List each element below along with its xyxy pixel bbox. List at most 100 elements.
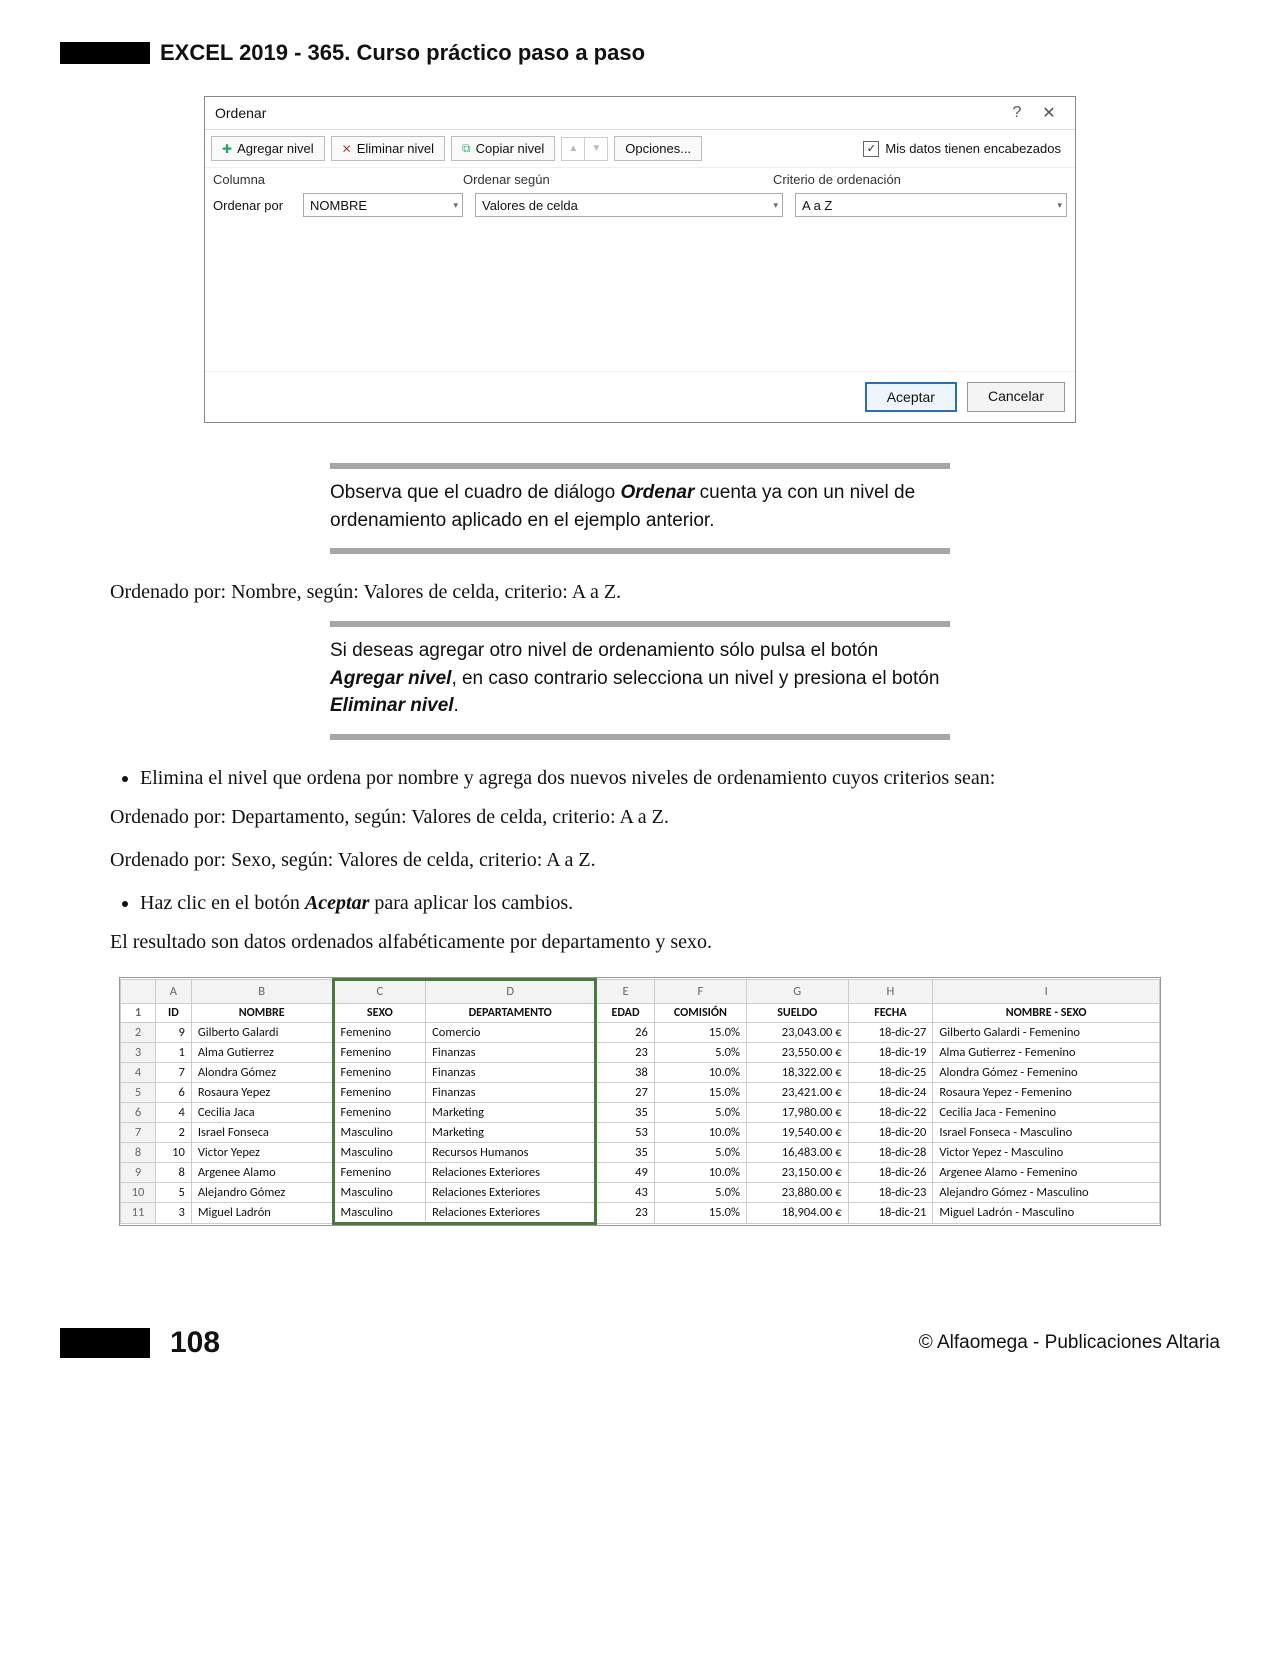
dialog-toolbar: ✚ Agregar nivel ✕ Eliminar nivel ⧉ Copia… xyxy=(205,130,1075,168)
cell-edad: 23 xyxy=(596,1042,655,1062)
row-number: 6 xyxy=(121,1102,156,1122)
dialog-empty-space xyxy=(205,221,1075,372)
cell-sueldo: 23,880.00 € xyxy=(746,1182,848,1202)
cell-id: 9 xyxy=(156,1022,192,1042)
move-level-arrows: ▲ ▼ xyxy=(561,137,608,161)
close-icon[interactable]: ✕ xyxy=(1033,103,1065,123)
chevron-down-icon: ▾ xyxy=(453,200,458,211)
cell-edad: 27 xyxy=(596,1082,655,1102)
cell-nombre-sexo: Alondra Gómez - Femenino xyxy=(933,1062,1160,1082)
cell-departamento: Finanzas xyxy=(426,1082,596,1102)
sort-dialog: Ordenar ? ✕ ✚ Agregar nivel ✕ Eliminar n… xyxy=(204,96,1076,423)
copy-level-button[interactable]: ⧉ Copiar nivel xyxy=(451,136,555,161)
add-level-label: Agregar nivel xyxy=(237,141,314,156)
cell-departamento: Marketing xyxy=(426,1122,596,1142)
cell-comision: 5.0% xyxy=(654,1182,746,1202)
table-row: 56Rosaura YepezFemeninoFinanzas2715.0%23… xyxy=(121,1082,1160,1102)
cell-comision: 10.0% xyxy=(654,1162,746,1182)
row-number: 5 xyxy=(121,1082,156,1102)
cell-edad: 23 xyxy=(596,1202,655,1223)
table-row: 72Israel FonsecaMasculinoMarketing5310.0… xyxy=(121,1122,1160,1142)
col-header: SEXO xyxy=(333,1003,426,1022)
cell-sueldo: 18,322.00 € xyxy=(746,1062,848,1082)
cell-comision: 15.0% xyxy=(654,1082,746,1102)
dialog-titlebar: Ordenar ? ✕ xyxy=(205,97,1075,130)
cell-fecha: 18-dic-26 xyxy=(848,1162,933,1182)
accept-button[interactable]: Aceptar xyxy=(865,382,957,412)
cell-nombre: Rosaura Yepez xyxy=(191,1082,333,1102)
callout-text: . xyxy=(454,695,459,716)
cell-departamento: Comercio xyxy=(426,1022,596,1042)
checkbox-icon: ✓ xyxy=(863,141,879,157)
add-level-button[interactable]: ✚ Agregar nivel xyxy=(211,136,325,161)
table-row: 47Alondra GómezFemeninoFinanzas3810.0%18… xyxy=(121,1062,1160,1082)
cell-id: 10 xyxy=(156,1142,192,1162)
chevron-down-icon: ▾ xyxy=(1057,200,1062,211)
header-ordenar-segun: Ordenar según xyxy=(463,172,773,187)
page-header: EXCEL 2019 - 365. Curso práctico paso a … xyxy=(60,40,1220,66)
cell-fecha: 18-dic-21 xyxy=(848,1202,933,1223)
cell-sueldo: 23,150.00 € xyxy=(746,1162,848,1182)
cancel-button[interactable]: Cancelar xyxy=(967,382,1065,412)
bullet-item: Haz clic en el botón Aceptar para aplica… xyxy=(140,889,1170,918)
cell-comision: 15.0% xyxy=(654,1202,746,1223)
row-number: 2 xyxy=(121,1022,156,1042)
cell-sueldo: 23,043.00 € xyxy=(746,1022,848,1042)
cell-departamento: Relaciones Exteriores xyxy=(426,1162,596,1182)
cell-sexo: Masculino xyxy=(333,1182,426,1202)
callout-bold: Agregar nivel xyxy=(330,668,451,689)
cell-nombre-sexo: Miguel Ladrón - Masculino xyxy=(933,1202,1160,1223)
cell-sexo: Masculino xyxy=(333,1142,426,1162)
move-up-button[interactable]: ▲ xyxy=(562,138,585,160)
col-letter: E xyxy=(596,979,655,1003)
table-row: 105Alejandro GómezMasculinoRelaciones Ex… xyxy=(121,1182,1160,1202)
col-letter: D xyxy=(426,979,596,1003)
cell-nombre: Alondra Gómez xyxy=(191,1062,333,1082)
options-button[interactable]: Opciones... xyxy=(614,136,702,161)
cell-nombre-sexo: Cecilia Jaca - Femenino xyxy=(933,1102,1160,1122)
cell-comision: 5.0% xyxy=(654,1102,746,1122)
bullet-list: Haz clic en el botón Aceptar para aplica… xyxy=(140,889,1170,918)
col-header: COMISIÓN xyxy=(654,1003,746,1022)
body-paragraph: Ordenado por: Departamento, según: Valor… xyxy=(110,803,1170,832)
cell-edad: 35 xyxy=(596,1142,655,1162)
cell-comision: 10.0% xyxy=(654,1122,746,1142)
headers-checkbox-wrap[interactable]: ✓ Mis datos tienen encabezados xyxy=(863,141,1069,157)
delete-level-button[interactable]: ✕ Eliminar nivel xyxy=(331,136,445,161)
footer-block xyxy=(60,1328,150,1358)
options-label: Opciones... xyxy=(625,141,691,156)
cell-edad: 38 xyxy=(596,1062,655,1082)
cell-edad: 35 xyxy=(596,1102,655,1122)
cell-nombre: Alejandro Gómez xyxy=(191,1182,333,1202)
sort-on-combo-value: Valores de celda xyxy=(482,198,578,213)
col-letter: C xyxy=(333,979,426,1003)
body-paragraph: Ordenado por: Sexo, según: Valores de ce… xyxy=(110,846,1170,875)
cell-sueldo: 19,540.00 € xyxy=(746,1122,848,1142)
col-header: EDAD xyxy=(596,1003,655,1022)
move-down-button[interactable]: ▼ xyxy=(585,138,607,160)
note-callout: Observa que el cuadro de diálogo Ordenar… xyxy=(330,463,950,554)
order-combo[interactable]: A a Z ▾ xyxy=(795,193,1067,217)
bullet-text: para aplicar los cambios. xyxy=(369,892,573,914)
column-combo[interactable]: NOMBRE ▾ xyxy=(303,193,463,217)
col-header: DEPARTAMENTO xyxy=(426,1003,596,1022)
cell-fecha: 18-dic-25 xyxy=(848,1062,933,1082)
help-icon[interactable]: ? xyxy=(1001,104,1033,122)
sort-on-combo[interactable]: Valores de celda ▾ xyxy=(475,193,783,217)
cell-comision: 5.0% xyxy=(654,1042,746,1062)
callout-text: Observa que el cuadro de diálogo xyxy=(330,482,620,503)
copy-icon: ⧉ xyxy=(462,141,471,156)
bullet-item: Elimina el nivel que ordena por nombre y… xyxy=(140,764,1170,793)
cell-nombre-sexo: Victor Yepez - Masculino xyxy=(933,1142,1160,1162)
page-title: EXCEL 2019 - 365. Curso práctico paso a … xyxy=(160,40,645,66)
cell-id: 3 xyxy=(156,1202,192,1223)
body-paragraph: El resultado son datos ordenados alfabét… xyxy=(110,928,1170,957)
cell-nombre-sexo: Alejandro Gómez - Masculino xyxy=(933,1182,1160,1202)
page-number: 108 xyxy=(170,1326,220,1360)
cell-sueldo: 23,550.00 € xyxy=(746,1042,848,1062)
cell-sueldo: 16,483.00 € xyxy=(746,1142,848,1162)
col-letter: A xyxy=(156,979,192,1003)
cell-nombre: Victor Yepez xyxy=(191,1142,333,1162)
spreadsheet: A B C D E F G H I 1 ID NOMBRE SEXO DEPAR… xyxy=(119,977,1161,1226)
x-icon: ✕ xyxy=(342,142,352,156)
